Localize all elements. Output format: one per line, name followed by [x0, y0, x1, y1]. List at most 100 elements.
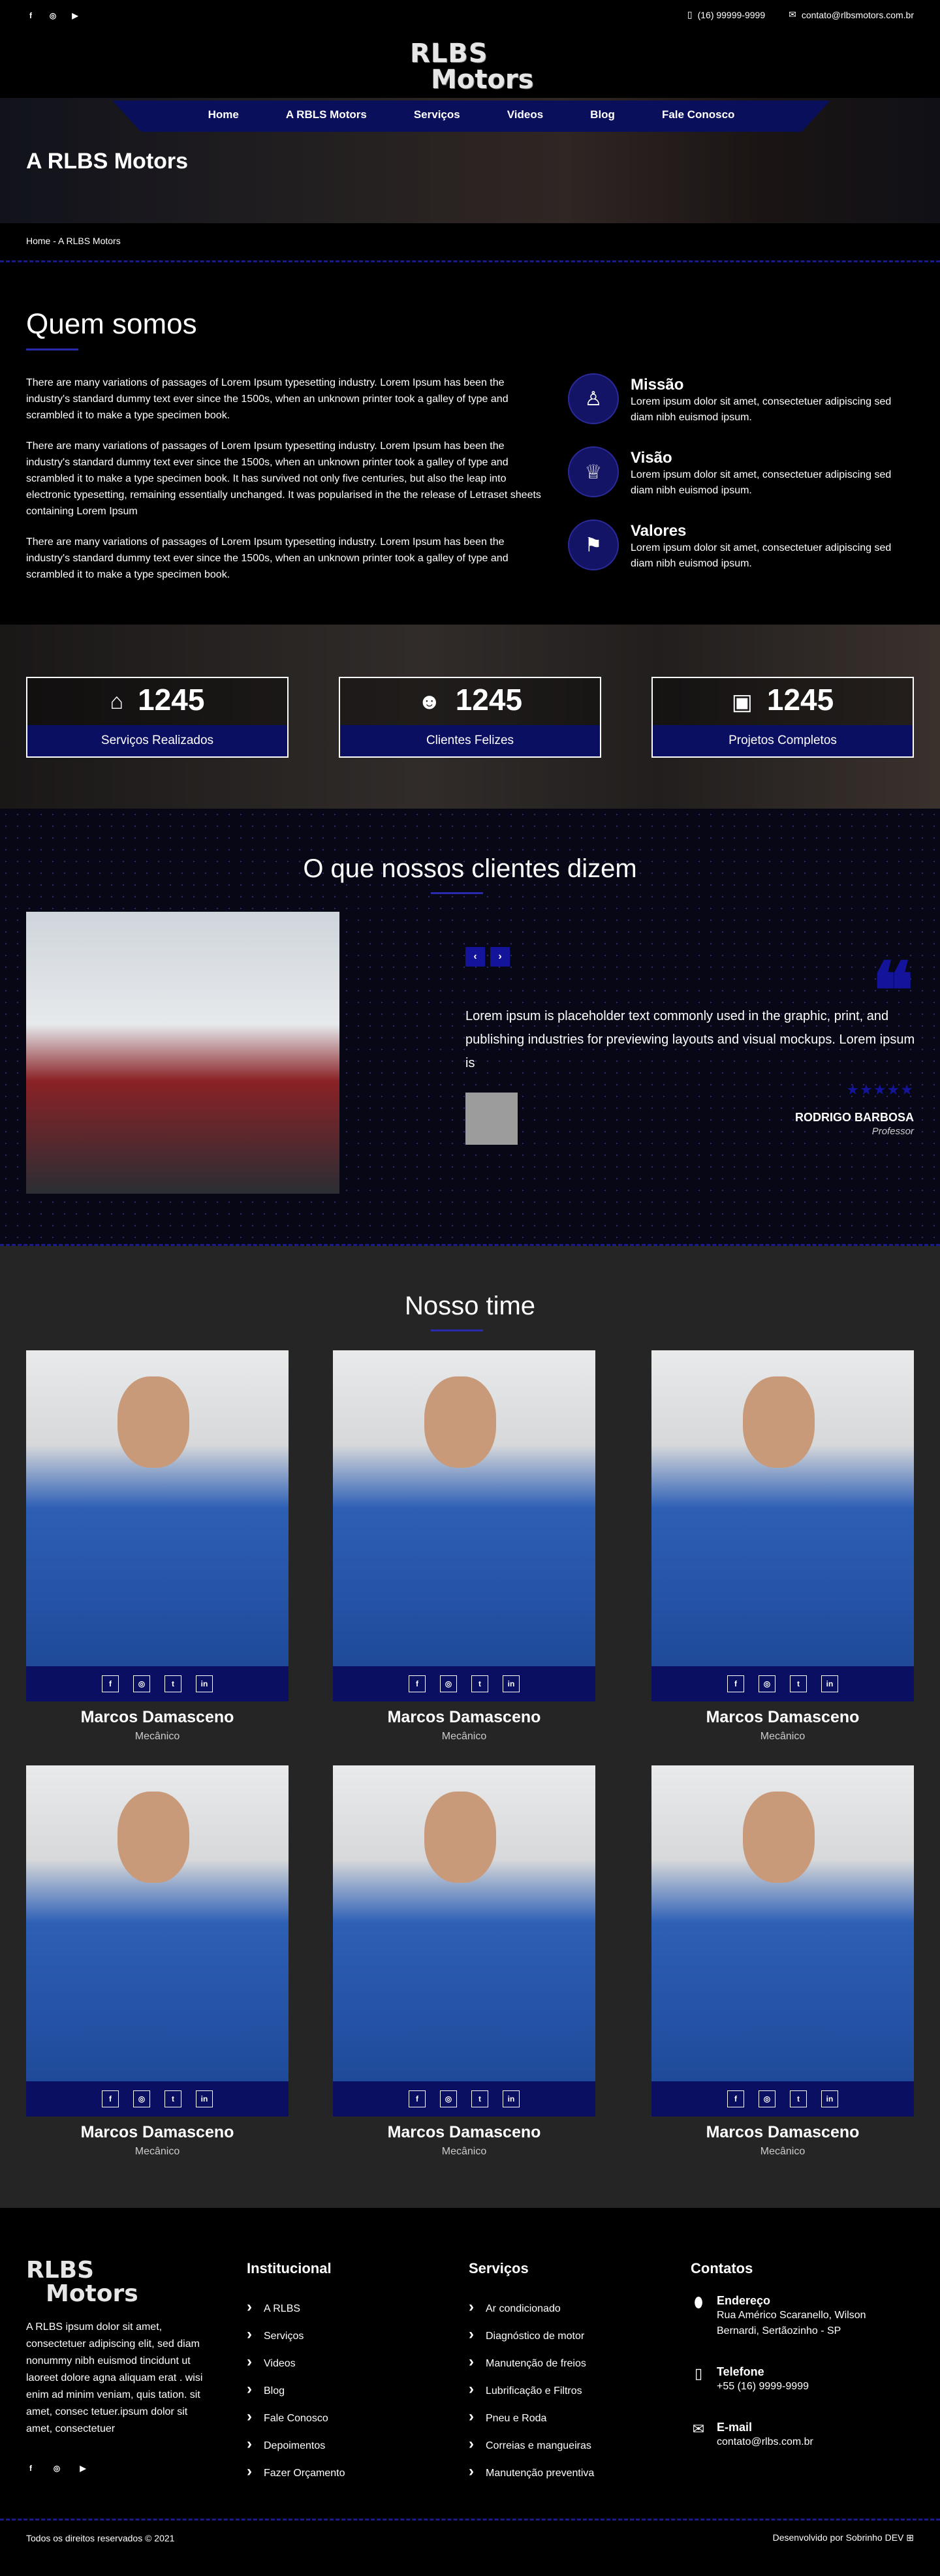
stat-value: 1245: [138, 683, 205, 717]
briefcase-icon: ▣: [731, 689, 753, 715]
footer-link[interactable]: Depoimentos: [247, 2431, 345, 2459]
twitter-icon[interactable]: t: [164, 2090, 181, 2107]
copyright: Todos os direitos reservados © 2021: [26, 2532, 175, 2543]
facebook-icon[interactable]: f: [727, 1675, 744, 1692]
instagram-icon[interactable]: ◎: [48, 11, 57, 20]
footer-link[interactable]: Correias e mangueiras: [469, 2431, 594, 2459]
footer-link[interactable]: Blog: [247, 2376, 345, 2404]
nav-services[interactable]: Serviços: [390, 101, 484, 132]
site-logo[interactable]: RLBS Motors: [410, 40, 534, 93]
team-card: f ◎ t in Marcos Damasceno Mecânico: [333, 1350, 595, 1743]
footer-logo[interactable]: RLBS Motors: [26, 2259, 150, 2306]
youtube-icon[interactable]: ▶: [78, 2464, 87, 2473]
nav-blog[interactable]: Blog: [567, 101, 638, 132]
instagram-icon[interactable]: ◎: [440, 2090, 457, 2107]
linkedin-icon[interactable]: in: [821, 2090, 838, 2107]
instagram-icon[interactable]: ◎: [440, 1675, 457, 1692]
instagram-icon[interactable]: ◎: [133, 2090, 150, 2107]
footer-link[interactable]: Pneu e Roda: [469, 2404, 594, 2431]
nav-videos[interactable]: Videos: [484, 101, 567, 132]
footer-col-title: Institucional: [247, 2260, 332, 2276]
nav-home[interactable]: Home: [185, 101, 262, 132]
header-phone-text: (16) 99999-9999: [697, 9, 766, 20]
twitter-icon[interactable]: t: [471, 1675, 488, 1692]
footer-link[interactable]: A RLBS: [247, 2294, 345, 2321]
header-social: f ◎ ▶: [26, 11, 80, 20]
logo-line2: Motors: [431, 65, 534, 95]
main-nav: Home A RBLS Motors Serviços Videos Blog …: [112, 101, 830, 132]
phone-text[interactable]: +55 (16) 9999-9999: [717, 2379, 809, 2395]
twitter-icon[interactable]: t: [790, 1675, 807, 1692]
instagram-icon[interactable]: ◎: [759, 2090, 776, 2107]
team-photo: [333, 1350, 595, 1666]
linkedin-icon[interactable]: in: [196, 2090, 213, 2107]
footer-email: ✉ E-mail contato@rlbs.com.br: [691, 2421, 906, 2450]
team-card: f ◎ t in Marcos Damasceno Mecânico: [26, 1350, 289, 1743]
footer-link[interactable]: Serviços: [247, 2321, 345, 2349]
map-pin-icon: ⬮: [694, 2294, 703, 2310]
users-icon: ☻: [417, 689, 441, 715]
about-paragraph: There are many variations of passages of…: [26, 377, 509, 421]
facebook-icon[interactable]: f: [26, 11, 35, 20]
footer: RLBS Motors A RLBS ipsum dolor sit amet,…: [0, 2208, 940, 2555]
facebook-icon[interactable]: f: [26, 2464, 35, 2473]
team-name: Marcos Damasceno: [387, 2123, 541, 2141]
instagram-icon[interactable]: ◎: [133, 1675, 150, 1692]
linkedin-icon[interactable]: in: [821, 1675, 838, 1692]
team-card: f ◎ t in Marcos Damasceno Mecânico: [651, 1350, 914, 1743]
linkedin-icon[interactable]: in: [503, 2090, 520, 2107]
nav-about[interactable]: A RBLS Motors: [262, 101, 390, 132]
footer-servicos: Serviços Ar condicionado Diagnóstico de …: [469, 2260, 594, 2486]
footer-social: f ◎ ▶: [26, 2464, 87, 2473]
linkedin-icon[interactable]: in: [503, 1675, 520, 1692]
youtube-icon[interactable]: ▶: [70, 11, 80, 20]
header-email[interactable]: ✉ contato@rlbsmotors.com.br: [789, 9, 914, 20]
twitter-icon[interactable]: t: [471, 2090, 488, 2107]
team-title: Nosso time: [404, 1292, 536, 1320]
twitter-icon[interactable]: t: [164, 1675, 181, 1692]
facebook-icon[interactable]: f: [409, 1675, 426, 1692]
footer-col-title: Contatos: [691, 2260, 753, 2276]
slider-arrows: ‹ ›: [465, 947, 510, 967]
facebook-icon[interactable]: f: [102, 1675, 119, 1692]
header-phone[interactable]: ▯ (16) 99999-9999: [687, 9, 765, 20]
chevron-right-icon[interactable]: ›: [490, 947, 510, 967]
breadcrumb[interactable]: Home - A RLBS Motors: [0, 223, 940, 262]
developer-credit[interactable]: Desenvolvido por Sobrinho DEV ⊞: [773, 2532, 914, 2543]
phone-icon: ▯: [694, 2365, 703, 2382]
nav-contact[interactable]: Fale Conosco: [638, 101, 758, 132]
pillar-text: Lorem ipsum dolor sit amet, consectetuer…: [631, 469, 892, 496]
header-contacts: ▯ (16) 99999-9999 ✉ contato@rlbsmotors.com…: [687, 9, 914, 20]
team-social: f ◎ t in: [651, 1666, 914, 1701]
logo-line2: Motors: [46, 2280, 138, 2307]
facebook-icon[interactable]: f: [102, 2090, 119, 2107]
twitter-icon[interactable]: t: [790, 2090, 807, 2107]
facebook-icon[interactable]: f: [727, 2090, 744, 2107]
pillar-title: Valores: [631, 522, 687, 540]
linkedin-icon[interactable]: in: [196, 1675, 213, 1692]
team-photo: [651, 1350, 914, 1666]
phone-icon: ▯: [687, 9, 693, 20]
email-text[interactable]: contato@rlbs.com.br: [717, 2434, 813, 2450]
chevron-left-icon[interactable]: ‹: [465, 947, 485, 967]
testimonial-image: [26, 912, 339, 1194]
team-role: Mecânico: [441, 2146, 487, 2157]
phone-label: Telefone: [717, 2365, 764, 2378]
title-underline: [431, 892, 483, 894]
team-social: f ◎ t in: [651, 2081, 914, 2117]
footer-link[interactable]: Manutenção preventiva: [469, 2459, 594, 2486]
team-photo: [651, 1765, 914, 2081]
footer-link[interactable]: Manutenção de freios: [469, 2349, 594, 2376]
facebook-icon[interactable]: f: [409, 2090, 426, 2107]
footer-link[interactable]: Videos: [247, 2349, 345, 2376]
footer-phone: ▯ Telefone +55 (16) 9999-9999: [691, 2365, 906, 2395]
pillar-title: Visão: [631, 449, 672, 467]
footer-link[interactable]: Fazer Orçamento: [247, 2459, 345, 2486]
footer-link[interactable]: Fale Conosco: [247, 2404, 345, 2431]
footer-link[interactable]: Ar condicionado: [469, 2294, 594, 2321]
team-section: Nosso time f ◎ t in Marcos Damasceno Mecâni…: [0, 1246, 940, 2208]
footer-link[interactable]: Diagnóstico de motor: [469, 2321, 594, 2349]
footer-link[interactable]: Lubrificação e Filtros: [469, 2376, 594, 2404]
instagram-icon[interactable]: ◎: [52, 2464, 61, 2473]
instagram-icon[interactable]: ◎: [759, 1675, 776, 1692]
